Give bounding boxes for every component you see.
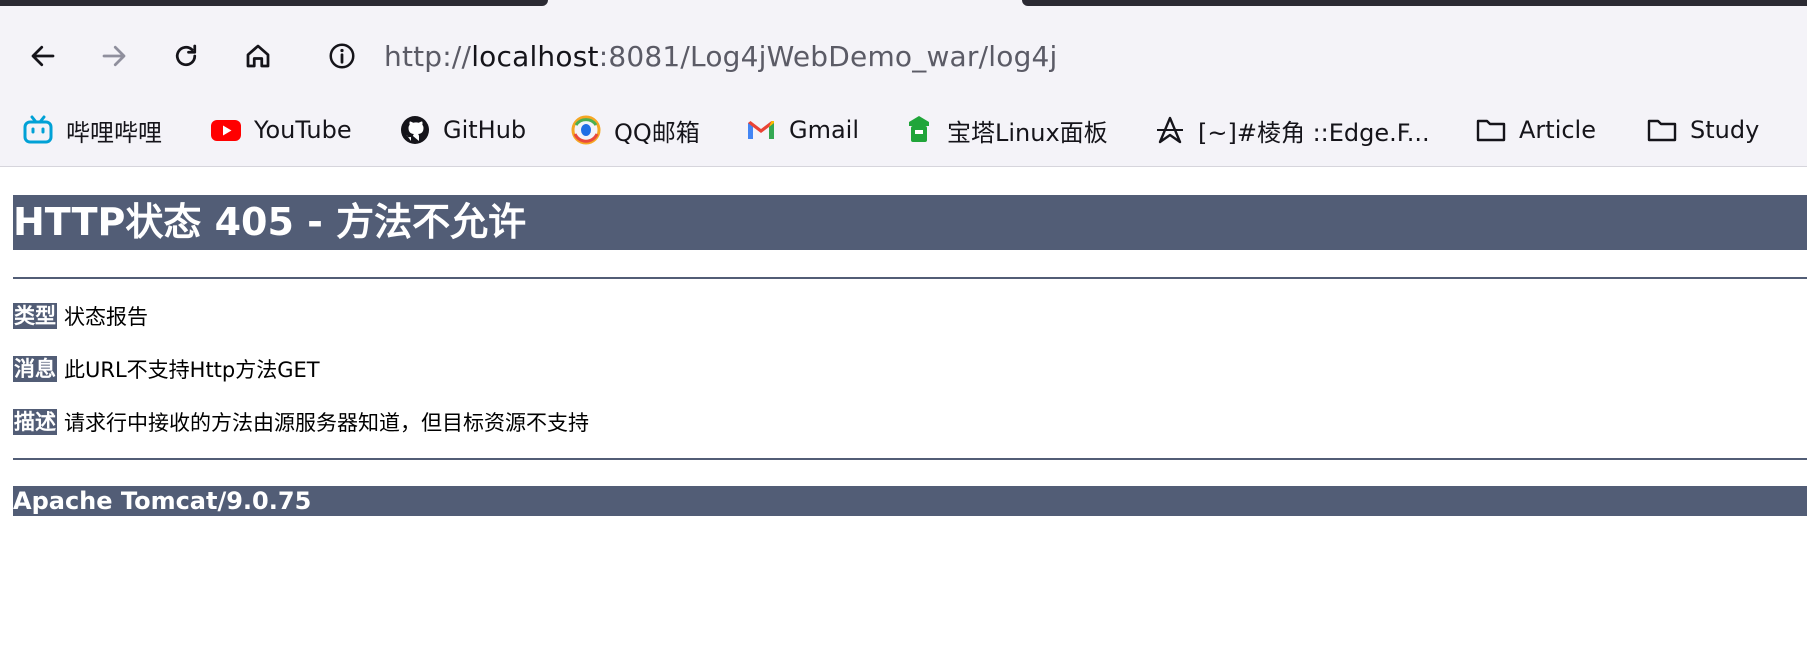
divider xyxy=(13,277,1807,279)
bookmark-folder-article[interactable]: Article xyxy=(1475,98,1596,162)
bookmark-youtube[interactable]: YouTube xyxy=(210,98,352,162)
type-row: 类型 状态报告 xyxy=(13,303,148,329)
youtube-icon xyxy=(210,114,242,146)
bilibili-icon xyxy=(22,114,54,146)
home-button[interactable] xyxy=(236,34,280,78)
qqmail-icon xyxy=(570,114,602,146)
arrow-right-icon xyxy=(102,45,126,67)
bookmark-label: 哔哩哔哩 xyxy=(66,118,162,147)
bookmark-qqmail[interactable]: QQ邮箱 xyxy=(570,98,700,162)
page-content: HTTP状态 405 - 方法不允许 类型 状态报告 消息 此URL不支持Htt… xyxy=(0,167,1807,664)
type-value: 状态报告 xyxy=(64,305,148,329)
browser-toolbar: http://localhost:8081/Log4jWebDemo_war/l… xyxy=(0,6,1807,167)
bookmark-label: YouTube xyxy=(254,116,352,144)
reload-icon xyxy=(175,44,197,67)
bookmark-label: Study xyxy=(1690,116,1760,144)
page-title: HTTP状态 405 - 方法不允许 xyxy=(13,195,1807,250)
edge-forum-icon xyxy=(1154,114,1186,146)
arrow-left-icon xyxy=(31,45,55,67)
bookmark-gmail[interactable]: Gmail xyxy=(745,98,859,162)
description-value: 请求行中接收的方法由源服务器知道，但目标资源不支持 xyxy=(64,411,589,435)
reload-button[interactable] xyxy=(164,34,208,78)
bookmark-label: 宝塔Linux面板 xyxy=(947,118,1108,147)
bookmark-label: QQ邮箱 xyxy=(614,118,700,147)
folder-icon xyxy=(1646,114,1678,146)
info-icon xyxy=(329,43,355,69)
folder-icon xyxy=(1475,114,1507,146)
forward-button[interactable] xyxy=(92,34,136,78)
bookmark-bilibili[interactable]: 哔哩哔哩 xyxy=(22,98,162,162)
description-row: 描述 请求行中接收的方法由源服务器知道，但目标资源不支持 xyxy=(13,409,589,435)
home-icon xyxy=(246,44,270,68)
bookmark-label: Gmail xyxy=(789,116,860,144)
bookmark-label: [~]#棱角 ::Edge.F... xyxy=(1198,118,1430,147)
bookmark-github[interactable]: GitHub xyxy=(399,98,526,162)
description-label: 描述 xyxy=(13,409,57,435)
url-host: localhost xyxy=(471,39,599,73)
server-footer: Apache Tomcat/9.0.75 xyxy=(13,486,1807,516)
github-icon xyxy=(399,114,431,146)
bookmark-folder-study[interactable]: Study xyxy=(1646,98,1759,162)
message-label: 消息 xyxy=(13,356,57,382)
divider xyxy=(13,458,1807,460)
url-scheme: http:// xyxy=(384,39,472,73)
back-button[interactable] xyxy=(21,34,65,78)
bookmarks-bar: 哔哩哔哩 YouTube GitHub QQ邮箱 Gmail 宝塔Linux面板… xyxy=(0,98,1807,162)
bookmark-label: GitHub xyxy=(443,116,527,144)
address-bar[interactable]: http://localhost:8081/Log4jWebDemo_war/l… xyxy=(320,32,1790,80)
bookmark-label: Article xyxy=(1519,116,1596,144)
gmail-icon xyxy=(745,114,777,146)
message-row: 消息 此URL不支持Http方法GET xyxy=(13,356,320,382)
type-label: 类型 xyxy=(13,303,57,329)
bookmark-edge-forum[interactable]: [~]#棱角 ::Edge.F... xyxy=(1154,98,1430,162)
message-value: 此URL不支持Http方法GET xyxy=(64,358,320,382)
baota-icon xyxy=(903,114,935,146)
url-text[interactable]: http://localhost:8081/Log4jWebDemo_war/l… xyxy=(384,40,1058,73)
site-info-button[interactable] xyxy=(320,34,364,78)
bookmark-baota[interactable]: 宝塔Linux面板 xyxy=(903,98,1108,162)
url-path: :8081/Log4jWebDemo_war/log4j xyxy=(598,39,1058,73)
